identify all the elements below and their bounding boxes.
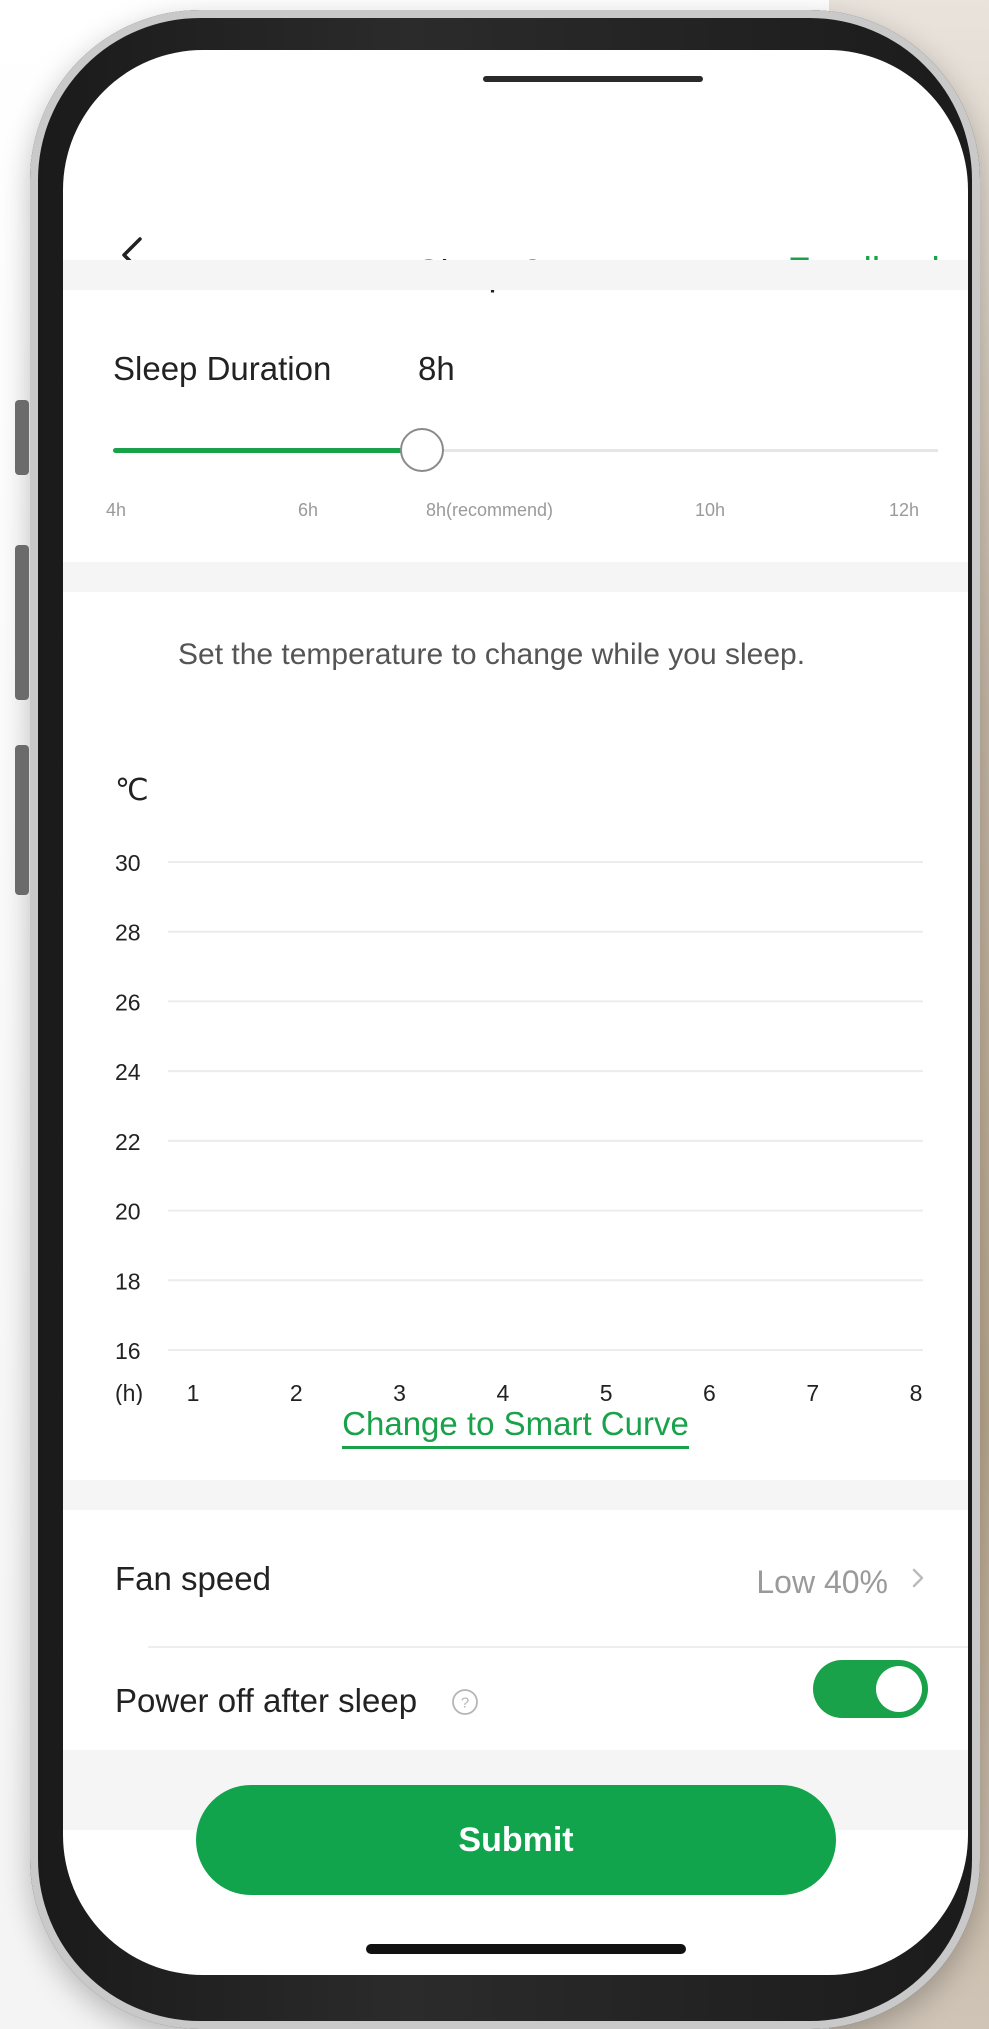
home-indicator (366, 1944, 686, 1954)
change-to-smart-curve-link[interactable]: Change to Smart Curve (63, 1405, 968, 1449)
duration-slider-thumb[interactable] (400, 428, 445, 472)
help-icon[interactable]: ? (451, 1688, 479, 1716)
y-axis-unit: ℃ (115, 774, 149, 807)
chart-instruction: Set the temperature to change while you … (178, 638, 806, 671)
power-off-label: Power off after sleep (115, 1682, 418, 1719)
phone-side-button (15, 745, 29, 895)
y-tick-label: 30 (115, 850, 141, 876)
power-off-toggle[interactable] (813, 1660, 928, 1718)
section-divider (63, 562, 968, 592)
x-tick-label: 7 (806, 1380, 819, 1405)
y-tick-label: 18 (115, 1268, 141, 1294)
fan-speed-label: Fan speed (115, 1560, 271, 1597)
duration-tick-8h: 8h(recommend) (426, 500, 554, 520)
duration-tick-10h: 10h (695, 500, 726, 520)
chevron-right-icon[interactable] (906, 1566, 930, 1590)
y-tick-label: 22 (115, 1129, 141, 1155)
x-tick-label: 1 (187, 1380, 200, 1405)
y-tick-label: 16 (115, 1338, 141, 1364)
submit-button[interactable]: Submit (196, 1785, 836, 1895)
duration-tick-6h: 6h (298, 500, 319, 520)
x-tick-label: 3 (393, 1380, 406, 1405)
smart-curve-link-label: Change to Smart Curve (342, 1405, 689, 1449)
y-tick-label: 24 (115, 1059, 141, 1085)
nav-header: Sleep Curve Feedback (63, 190, 968, 310)
y-tick-label: 28 (115, 920, 141, 946)
y-tick-label: 20 (115, 1199, 141, 1225)
section-divider (63, 1480, 968, 1510)
phone-side-button (15, 545, 29, 700)
x-tick-label: 6 (703, 1380, 716, 1405)
toggle-knob (876, 1666, 922, 1712)
fan-speed-value[interactable]: Low 40% (756, 1564, 888, 1601)
x-tick-label: 8 (910, 1380, 923, 1405)
duration-slider-fill (113, 448, 423, 453)
speaker-grille (483, 76, 703, 82)
x-tick-label: 4 (496, 1380, 509, 1405)
sleep-duration-label: Sleep Duration (113, 350, 332, 387)
temperature-chart[interactable]: ℃ 30 28 26 24 22 20 18 16 (h) 1 2 3 4 5 6 7 8 (63, 740, 968, 1405)
svg-text:?: ? (461, 1695, 469, 1712)
x-axis-unit: (h) (115, 1380, 143, 1405)
app-screen: Sleep Curve Feedback Sleep Duration 8h 4… (63, 50, 968, 1975)
row-divider (148, 1646, 968, 1648)
x-tick-label: 5 (600, 1380, 613, 1405)
section-divider (63, 260, 968, 290)
sleep-duration-value: 8h (418, 350, 455, 387)
x-tick-label: 2 (290, 1380, 303, 1405)
duration-tick-12h: 12h (889, 500, 920, 520)
duration-tick-4h: 4h (106, 500, 127, 520)
y-tick-label: 26 (115, 989, 141, 1015)
phone-side-button (15, 400, 29, 475)
